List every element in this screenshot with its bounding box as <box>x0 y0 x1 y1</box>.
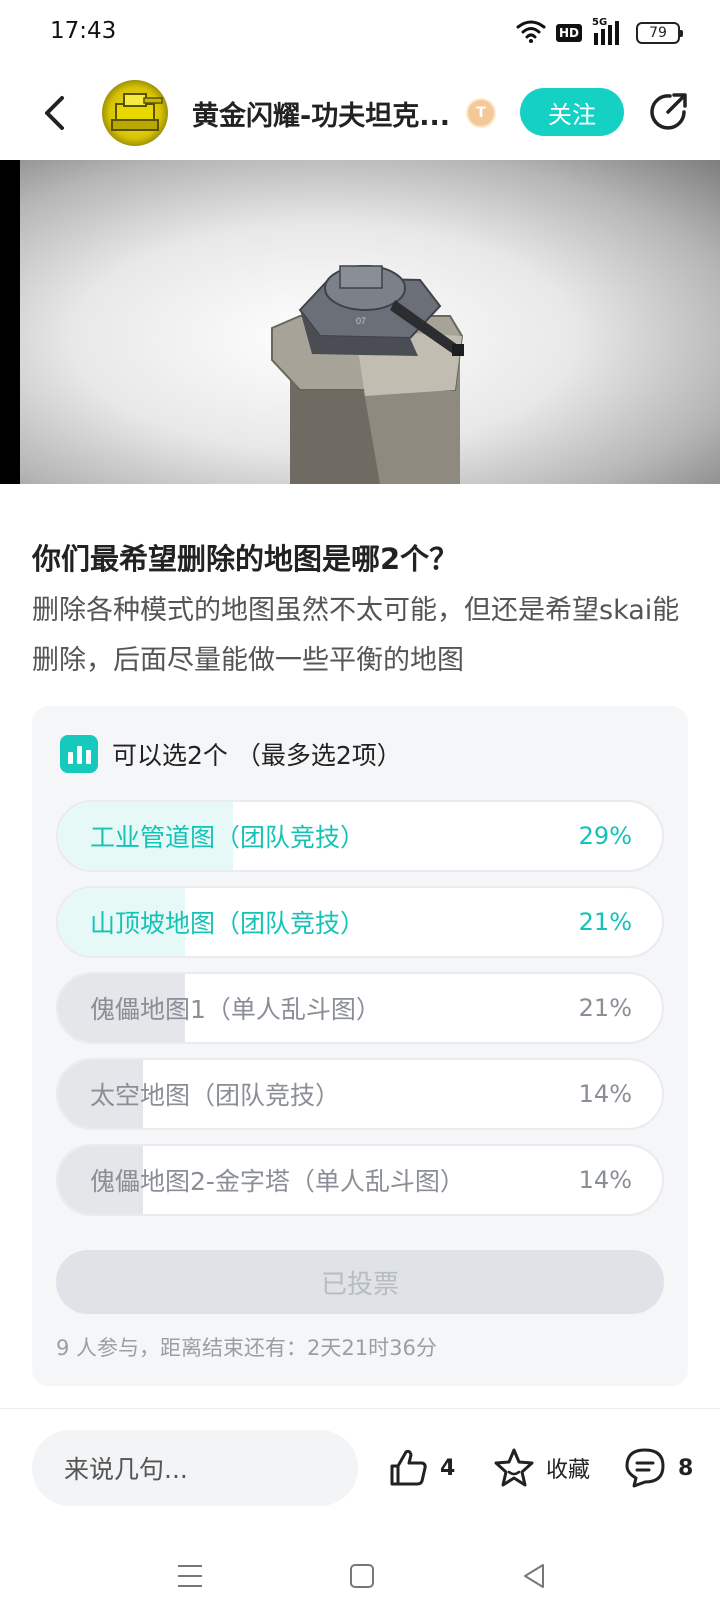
poll-option-percent: 14% <box>578 1166 632 1194</box>
voted-button[interactable]: 已投票 <box>56 1250 664 1314</box>
comment-bubble-icon <box>625 1448 665 1488</box>
poll-card: 可以选2个 （最多选2项） 工业管道图（团队竞技） 29% 山顶坡地图（团队竞技… <box>32 706 688 1386</box>
post-header: 黄金闪耀-功夫坦克... T 关注 <box>0 70 720 156</box>
poll-option[interactable]: 山顶坡地图（团队竞技） 21% <box>56 886 664 958</box>
battery-icon: 79 <box>636 22 683 44</box>
status-bar: 17:43 HD 5G 79 <box>0 0 720 66</box>
poll-option[interactable]: 太空地图（团队竞技） 14% <box>56 1058 664 1130</box>
wifi-icon <box>516 19 546 47</box>
poll-option-percent: 21% <box>578 908 632 936</box>
menu-icon <box>178 1565 202 1587</box>
post-title: 你们最希望删除的地图是哪2个？ <box>32 542 459 576</box>
poll-option-label: 太空地图（团队竞技） <box>90 1081 341 1110</box>
poll-option-percent: 21% <box>578 994 632 1022</box>
poll-option-percent: 14% <box>578 1080 632 1108</box>
poll-option-percent: 29% <box>578 822 632 850</box>
follow-button[interactable]: 关注 <box>520 88 624 136</box>
hd-badge: HD <box>555 24 582 42</box>
poll-option[interactable]: 工业管道图（团队竞技） 29% <box>56 800 664 872</box>
author-avatar[interactable] <box>102 80 168 146</box>
home-square-icon <box>350 1564 374 1588</box>
author-name[interactable]: 黄金闪耀-功夫坦克... <box>192 94 450 133</box>
poll-option-label: 工业管道图（团队竞技） <box>90 823 366 852</box>
comment-input[interactable]: 来说几句... <box>32 1430 358 1506</box>
status-icons: HD 5G 79 <box>516 16 683 50</box>
post-body: 删除各种模式的地图虽然不太可能，但还是希望skai能删除，后面尽量能做一些平衡的… <box>32 595 680 676</box>
poll-header-text: 可以选2个 （最多选2项） <box>112 741 402 770</box>
poll-footer: 9 人参与，距离结束还有：2天21时36分 <box>56 1336 437 1360</box>
status-time: 17:43 <box>50 18 117 44</box>
battery-level: 79 <box>649 25 667 41</box>
back-nav-button[interactable] <box>512 1554 556 1598</box>
poll-header: 可以选2个 （最多选2项） <box>60 734 402 774</box>
level-badge: T <box>466 98 496 128</box>
thumbs-up-icon <box>390 1449 427 1486</box>
svg-text:07: 07 <box>356 316 366 326</box>
poll-option-label: 傀儡地图2-金字塔（单人乱斗图） <box>90 1167 465 1196</box>
like-button[interactable]: 4 <box>386 1440 455 1496</box>
menu-nav-button[interactable] <box>168 1554 212 1598</box>
star-icon <box>494 1448 534 1487</box>
poll-option-label: 傀儡地图1（单人乱斗图） <box>90 995 381 1024</box>
poll-option-label: 山顶坡地图（团队竞技） <box>90 909 366 938</box>
divider <box>0 1408 720 1409</box>
post-image[interactable]: 07 <box>0 160 720 484</box>
favorite-label: 收藏 <box>546 1458 591 1483</box>
back-triangle-icon <box>524 1564 544 1588</box>
back-arrow-icon <box>45 96 64 130</box>
like-count: 4 <box>440 1455 456 1481</box>
comment-button[interactable]: 8 <box>622 1440 693 1496</box>
share-icon <box>650 93 687 130</box>
tank-on-pillar-image: 07 <box>271 265 464 484</box>
system-nav-bar <box>0 1540 720 1612</box>
comment-count: 8 <box>678 1455 694 1481</box>
home-nav-button[interactable] <box>340 1554 384 1598</box>
poll-option[interactable]: 傀儡地图2-金字塔（单人乱斗图） 14% <box>56 1144 664 1216</box>
share-button[interactable] <box>644 86 692 138</box>
poll-chart-icon <box>60 735 98 773</box>
signal-icon: 5G <box>592 17 626 47</box>
favorite-button[interactable]: 收藏 <box>492 1440 590 1496</box>
poll-option[interactable]: 傀儡地图1（单人乱斗图） 21% <box>56 972 664 1044</box>
back-button[interactable] <box>34 88 74 138</box>
